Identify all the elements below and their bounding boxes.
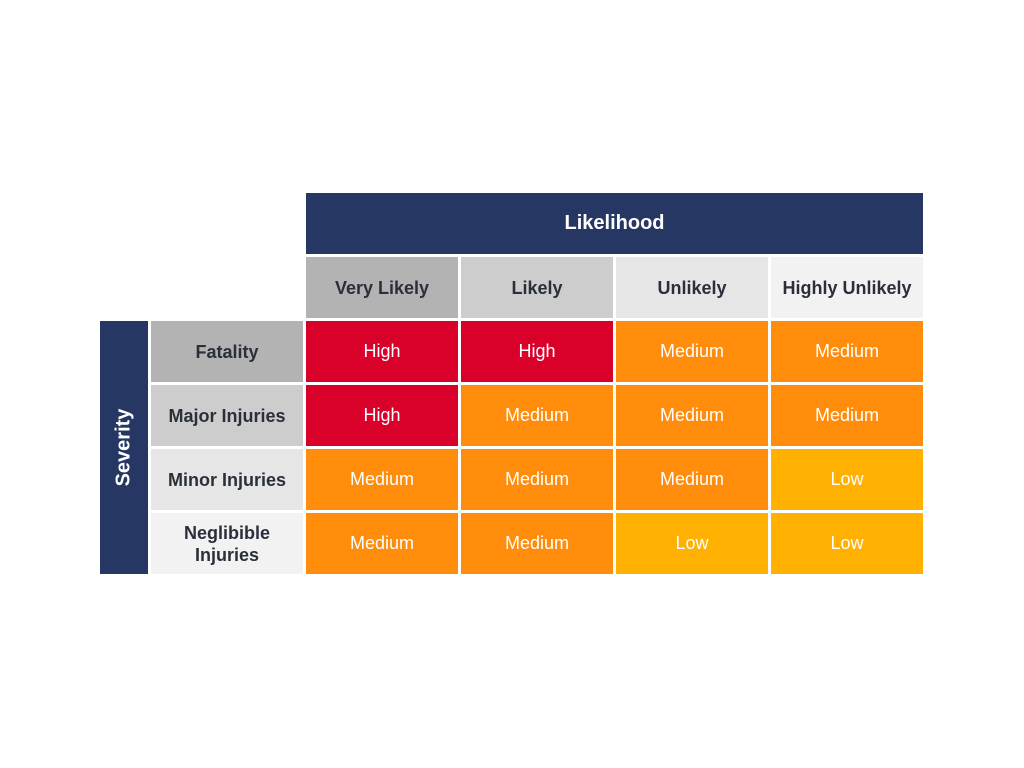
likelihood-header: Likelihood <box>306 193 923 254</box>
row-header: Major Injuries <box>151 385 303 446</box>
risk-cell: Medium <box>616 321 768 382</box>
risk-cell: High <box>306 385 458 446</box>
risk-cell: High <box>461 321 613 382</box>
risk-cell: Medium <box>616 385 768 446</box>
risk-cell: Medium <box>461 513 613 574</box>
risk-cell: Medium <box>616 449 768 510</box>
risk-cell: Low <box>771 449 923 510</box>
severity-header: Severity <box>100 321 148 574</box>
row-header: Fatality <box>151 321 303 382</box>
risk-cell: Medium <box>461 385 613 446</box>
risk-cell: Low <box>616 513 768 574</box>
severity-label: Severity <box>112 408 135 487</box>
risk-cell: Medium <box>306 513 458 574</box>
column-header: Highly Unlikely <box>771 257 923 318</box>
row-header: Minor Injuries <box>151 449 303 510</box>
column-header: Unlikely <box>616 257 768 318</box>
risk-cell: Medium <box>771 385 923 446</box>
risk-cell: Medium <box>771 321 923 382</box>
risk-cell: Low <box>771 513 923 574</box>
risk-cell: Medium <box>461 449 613 510</box>
column-header: Likely <box>461 257 613 318</box>
row-header: Neglibible Injuries <box>151 513 303 574</box>
risk-cell: Medium <box>306 449 458 510</box>
risk-cell: High <box>306 321 458 382</box>
column-header: Very Likely <box>306 257 458 318</box>
